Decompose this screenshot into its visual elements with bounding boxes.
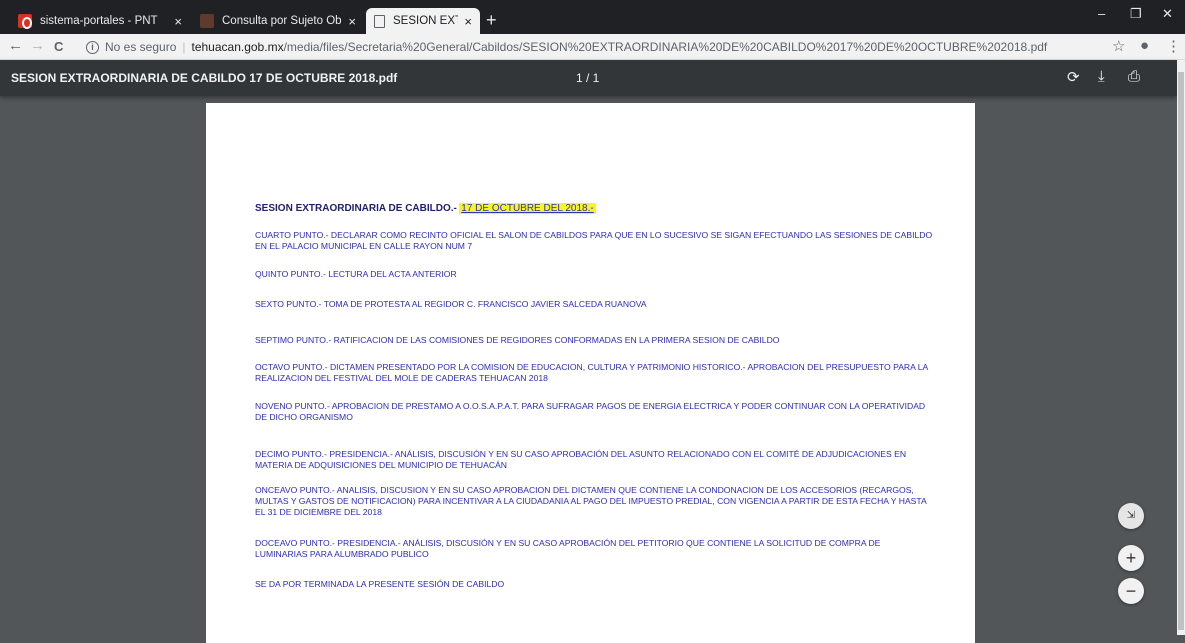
point-decimo: DECIMO PUNTO.- PRESIDENCIA.- ANÁLISIS, D… [255,449,907,470]
minimize-button[interactable]: – [1098,6,1105,21]
menu-icon[interactable]: ⋮ [1166,37,1181,55]
security-label: No es seguro [105,40,177,54]
forward-button[interactable]: → [30,37,45,54]
close-icon[interactable]: × [464,14,472,29]
point-doceavo: DOCEAVO PUNTO.- PRESIDENCIA.- ANÁLISIS, … [255,538,881,559]
bookmark-star-icon[interactable]: ☆ [1112,37,1125,55]
sipot-icon [200,14,214,28]
close-icon[interactable]: × [348,14,356,29]
pdf-toolbar: SESION EXTRAORDINARIA DE CABILDO 17 DE O… [0,60,1177,96]
download-icon[interactable]: ⤓ [1098,68,1105,85]
close-icon[interactable]: × [174,14,182,29]
point-septimo: SEPTIMO PUNTO.- RATIFICACION DE LAS COMI… [255,335,780,345]
closing-statement: SE DA POR TERMINADA LA PRESENTE SESIÓN D… [255,579,505,589]
tab-sesion-extraordinaria[interactable]: SESION EXTRAORDINARIA DE CA × [366,8,480,34]
tab-title: sistema-portales - PNT [40,15,158,27]
back-button[interactable]: ← [8,37,23,54]
url-path: /media/files/Secretaria%20General/Cabild… [283,40,1048,54]
account-icon[interactable]: ● [1140,37,1149,54]
new-tab-button[interactable]: + [486,10,497,30]
browser-toolbar: ← → C i No es seguro | tehuacan.gob.mx /… [0,34,1185,60]
heading-date: 17 DE OCTUBRE DEL 2018.- [459,203,596,214]
point-noveno: NOVENO PUNTO.- APROBACION DE PRESTAMO A … [255,401,926,422]
print-icon[interactable]: ⎙ [1128,68,1140,85]
vertical-scrollbar[interactable] [1177,60,1185,635]
point-onceavo: ONCEAVO PUNTO.- ANALISIS, DISCUSION Y EN… [255,485,927,517]
window-close-button[interactable]: ✕ [1162,6,1173,22]
info-icon[interactable]: i [86,40,99,54]
page-indicator: 1 / 1 [576,71,600,85]
separator: | [182,40,186,54]
point-cuarto: CUARTO PUNTO.- DECLARAR COMO RECINTO OFI… [255,230,933,251]
point-quinto: QUINTO PUNTO.- LECTURA DEL ACTA ANTERIOR [255,269,457,279]
url-domain: tehuacan.gob.mx [191,40,284,54]
pdf-page: SESION EXTRAORDINARIA DE CABILDO.- 17 DE… [206,103,975,643]
zoom-in-button[interactable]: + [1118,545,1144,571]
zoom-out-button[interactable]: − [1118,578,1144,604]
document-heading: SESION EXTRAORDINARIA DE CABILDO.- 17 DE… [255,203,935,214]
tab-sistema-portales[interactable]: sistema-portales - PNT × [10,8,190,34]
heading-text: SESION EXTRAORDINARIA DE CABILDO.- [255,203,457,214]
pnt-icon [18,14,32,29]
point-sexto: SEXTO PUNTO.- TOMA DE PROTESTA AL REGIDO… [255,299,647,309]
tab-consulta[interactable]: Consulta por Sujeto Obligado × [192,8,364,34]
tab-title: SESION EXTRAORDINARIA DE CA [393,15,458,27]
scrollbar-thumb[interactable] [1178,72,1184,630]
pdf-filename: SESION EXTRAORDINARIA DE CABILDO 17 DE O… [11,71,398,85]
restore-button[interactable]: ❐ [1130,6,1142,22]
tab-title: Consulta por Sujeto Obligado [222,15,342,27]
address-bar[interactable]: i No es seguro | tehuacan.gob.mx /media/… [86,37,1126,57]
reload-button[interactable]: C [54,39,63,54]
point-octavo: OCTAVO PUNTO.- DICTAMEN PRESENTADO POR L… [255,362,928,383]
fit-to-page-button[interactable]: ⇲ [1118,503,1144,529]
rotate-icon[interactable]: ⟳ [1067,68,1080,86]
tab-strip: sistema-portales - PNT × Consulta por Su… [0,0,1185,34]
document-icon [374,14,385,28]
